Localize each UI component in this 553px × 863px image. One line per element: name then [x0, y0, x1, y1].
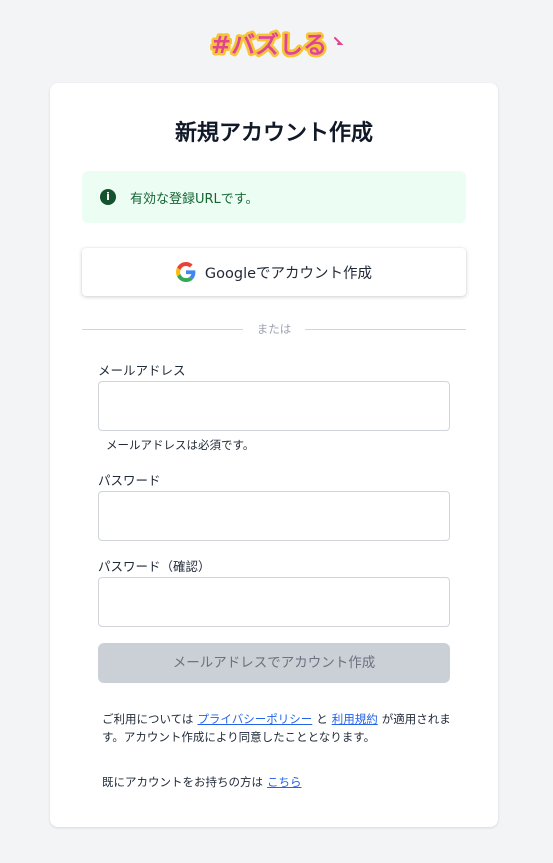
password-label: パスワード — [98, 473, 161, 488]
divider-line-right — [305, 328, 466, 330]
signup-card: 新規アカウント作成 i 有効な登録URLです。 Googleでアカウント作成 ま… — [50, 83, 498, 827]
info-icon: i — [100, 189, 116, 205]
brand-logo: #バズしる #バズしる — [0, 26, 553, 62]
page-title: 新規アカウント作成 — [174, 121, 373, 146]
or-divider: または — [82, 319, 466, 339]
email-signup-button[interactable]: メールアドレスでアカウント作成 — [98, 643, 450, 683]
alert-message: 有効な登録URLです。 — [130, 191, 259, 207]
terms-prefix: ご利用については — [102, 712, 194, 726]
brand-logo-image: #バズしる #バズしる — [208, 29, 343, 62]
email-label: メールアドレス — [98, 363, 186, 378]
privacy-policy-link[interactable]: プライバシーポリシー — [197, 712, 312, 726]
brand-logo-text: #バズしる — [211, 31, 327, 59]
terms-and: と — [316, 712, 328, 726]
terms-notice: ご利用については プライバシーポリシーと利用規約 が適用されます。アカウント作成によ… — [102, 710, 472, 746]
valid-url-alert: i 有効な登録URLです。 — [82, 171, 466, 223]
password-confirm-field[interactable] — [98, 577, 450, 627]
divider-text: または — [256, 322, 292, 336]
google-icon — [175, 262, 196, 282]
login-prompt: 既にアカウントをお持ちの方は こちら — [102, 774, 306, 790]
google-signup-label: Googleでアカウント作成 — [204, 265, 373, 282]
login-prefix: 既にアカウントをお持ちの方は — [102, 775, 263, 789]
password-confirm-label: パスワード（確認） — [98, 559, 211, 574]
email-helper-text: メールアドレスは必須です。 — [106, 438, 255, 452]
login-link[interactable]: こちら — [267, 775, 302, 789]
google-signup-button[interactable]: Googleでアカウント作成 — [82, 248, 466, 296]
divider-line-left — [82, 328, 243, 330]
email-field[interactable] — [98, 381, 450, 431]
terms-of-service-link[interactable]: 利用規約 — [332, 712, 378, 726]
password-field[interactable] — [98, 491, 450, 541]
